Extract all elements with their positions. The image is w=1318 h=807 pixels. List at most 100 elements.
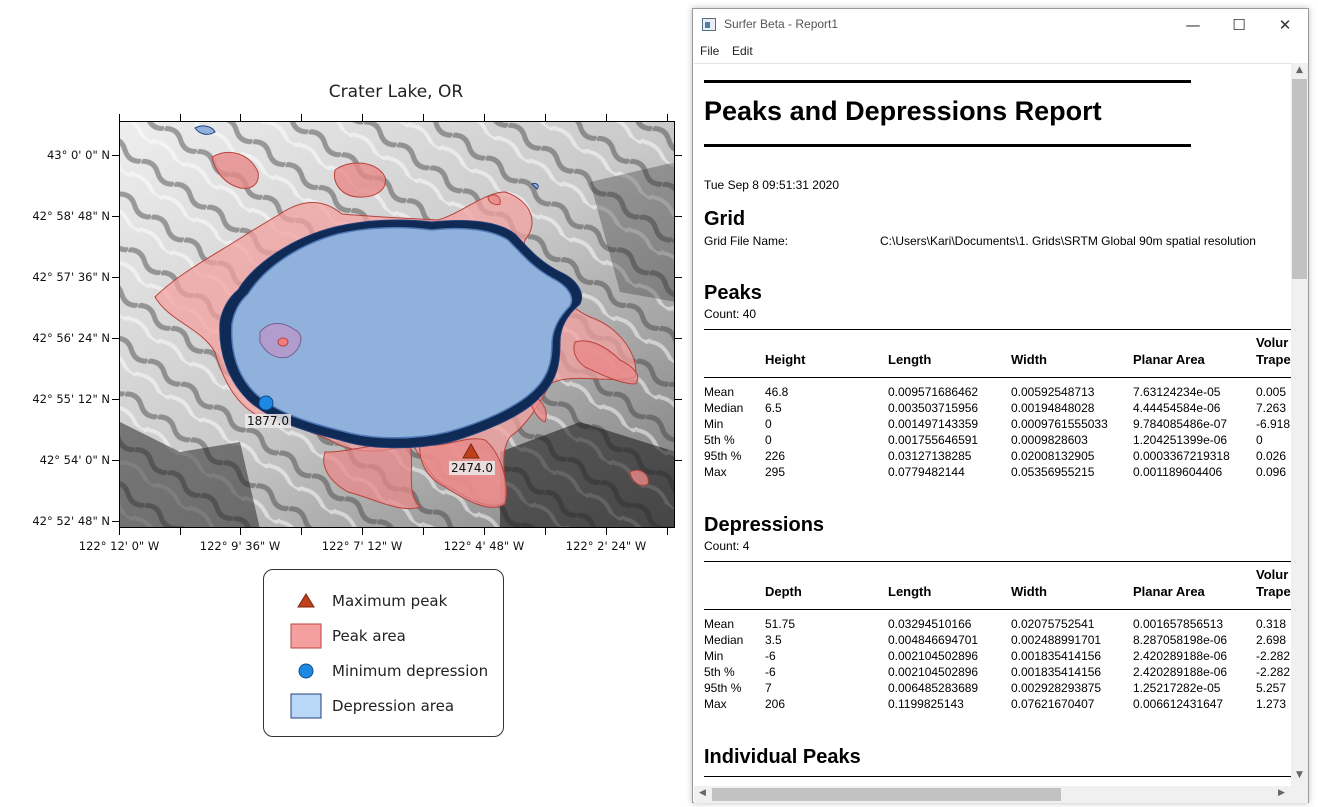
axis-tick xyxy=(112,338,119,339)
table-row-label: Min xyxy=(704,649,724,663)
table-cell: 0.001755646591 xyxy=(888,433,979,447)
table-cell: 2.698 xyxy=(1256,633,1287,647)
vertical-scroll-thumb[interactable] xyxy=(1292,79,1307,279)
table-cell: 5.257 xyxy=(1256,681,1287,695)
table-cell: 8.287058198e-06 xyxy=(1133,633,1228,647)
table-cell: 51.75 xyxy=(765,617,796,631)
crater-lake-map xyxy=(120,122,674,527)
scroll-right-icon[interactable]: ▶ xyxy=(1273,788,1290,798)
table-cell: 0.0009828603 xyxy=(1011,433,1088,447)
axis-tick xyxy=(675,399,682,400)
table-cell: 2.420289188e-06 xyxy=(1133,665,1228,679)
latitude-label: 42° 58' 48" N xyxy=(32,209,110,223)
table-cell: -2.282 xyxy=(1256,665,1291,679)
table-row-label: 5th % xyxy=(704,665,735,679)
table-row-label: Max xyxy=(704,465,727,479)
table-cell: 0.00592548713 xyxy=(1011,385,1095,399)
axis-tick xyxy=(606,114,607,121)
table-rule xyxy=(704,561,1291,562)
close-button[interactable]: ✕ xyxy=(1262,9,1308,41)
axis-tick xyxy=(112,155,119,156)
legend-label: Minimum depression xyxy=(332,662,489,680)
latitude-label: 42° 55' 12" N xyxy=(32,392,110,406)
axis-tick xyxy=(667,528,668,535)
legend-label: Depression area xyxy=(332,697,455,715)
scroll-down-icon[interactable]: ▼ xyxy=(1291,770,1308,780)
table-cell: 0.03294510166 xyxy=(888,617,972,631)
legend-item: Maximum peak xyxy=(290,588,447,614)
table-cell: 0.05356955215 xyxy=(1011,465,1095,479)
map-panel: Crater Lake, OR 1877.0 2474.0 43° 0' 0" … xyxy=(0,0,692,807)
table-cell: 0.002104502896 xyxy=(888,665,979,679)
table-cell: 0.009571686462 xyxy=(888,385,979,399)
legend-label: Peak area xyxy=(332,627,406,645)
table-cell: 0.005 xyxy=(1256,385,1287,399)
table-row-label: 95th % xyxy=(704,681,742,695)
table-row-label: Median xyxy=(704,633,744,647)
scrollbar-corner xyxy=(1291,786,1308,803)
axis-tick xyxy=(112,216,119,217)
table-header: Length xyxy=(888,352,932,367)
minimum-depression-label: 1877.0 xyxy=(245,414,291,428)
table-cell: 0.006612431647 xyxy=(1133,697,1224,711)
maximum-peak-label: 2474.0 xyxy=(449,461,495,475)
report-date: Tue Sep 8 09:51:31 2020 xyxy=(704,178,839,192)
depressions-heading: Depressions xyxy=(704,514,825,536)
table-cell: 0.318 xyxy=(1256,617,1287,631)
table-cell: 0 xyxy=(1256,433,1263,447)
axis-tick xyxy=(362,114,363,121)
table-cell: 295 xyxy=(765,465,786,479)
axis-tick xyxy=(675,277,682,278)
axis-tick xyxy=(545,528,546,535)
table-cell: 0.002488991701 xyxy=(1011,633,1102,647)
table-header: Width xyxy=(1011,352,1047,367)
horizontal-scroll-thumb[interactable] xyxy=(712,788,1061,801)
table-header: Width xyxy=(1011,584,1047,599)
scroll-up-icon[interactable]: ▲ xyxy=(1291,65,1308,75)
title-rule xyxy=(704,80,1191,83)
axis-tick xyxy=(423,114,424,121)
minimize-button[interactable]: — xyxy=(1170,9,1216,41)
latitude-label: 43° 0' 0" N xyxy=(46,148,110,162)
table-cell: 4.44454584e-06 xyxy=(1133,401,1221,415)
axis-tick xyxy=(675,460,682,461)
table-cell: 0.001497143359 xyxy=(888,417,979,431)
table-cell: 0 xyxy=(765,417,772,431)
longitude-label: 122° 7' 12" W xyxy=(321,539,403,553)
table-cell: 1.25217282e-05 xyxy=(1133,681,1221,695)
grid-file-value: C:\Users\Kari\Documents\1. Grids\SRTM Gl… xyxy=(880,234,1256,248)
table-header: Trape xyxy=(1256,584,1291,599)
axis-tick xyxy=(240,528,241,535)
axis-tick xyxy=(301,114,302,121)
axis-tick xyxy=(675,216,682,217)
table-cell: 1.204251399e-06 xyxy=(1133,433,1228,447)
table-cell: 0.1199825143 xyxy=(888,697,964,711)
map-title: Crater Lake, OR xyxy=(328,82,464,102)
table-cell: -6.918 xyxy=(1256,417,1291,431)
axis-tick xyxy=(112,460,119,461)
vertical-scrollbar[interactable]: ▲ ▼ xyxy=(1291,63,1308,786)
axis-tick xyxy=(675,338,682,339)
table-cell: 0.001835414156 xyxy=(1011,665,1102,679)
horizontal-scrollbar[interactable]: ◀ ▶ xyxy=(694,786,1291,803)
table-cell: 7.63124234e-05 xyxy=(1133,385,1221,399)
title-bar[interactable]: Surfer Beta - Report1 — ☐ ✕ xyxy=(693,9,1308,41)
table-cell: 0.002104502896 xyxy=(888,649,979,663)
table-cell: 46.8 xyxy=(765,385,789,399)
scroll-left-icon[interactable]: ◀ xyxy=(694,788,711,798)
app-icon xyxy=(702,18,716,31)
table-cell: 6.5 xyxy=(765,401,782,415)
table-cell: 0.0779482144 xyxy=(888,465,965,479)
legend-item: Minimum depression xyxy=(290,658,488,684)
table-header: Depth xyxy=(765,584,802,599)
maximize-button[interactable]: ☐ xyxy=(1216,9,1262,41)
report-title: Peaks and Depressions Report xyxy=(704,96,1102,126)
menu-file[interactable]: File xyxy=(700,44,719,58)
grid-heading: Grid xyxy=(704,208,746,230)
axis-tick xyxy=(240,114,241,121)
table-cell: 0.0003367219318 xyxy=(1133,449,1230,463)
table-cell: 206 xyxy=(765,697,786,711)
menu-edit[interactable]: Edit xyxy=(732,44,753,58)
report-window: Surfer Beta - Report1 — ☐ ✕ File Edit Pe… xyxy=(692,8,1309,803)
axis-tick xyxy=(119,528,120,535)
